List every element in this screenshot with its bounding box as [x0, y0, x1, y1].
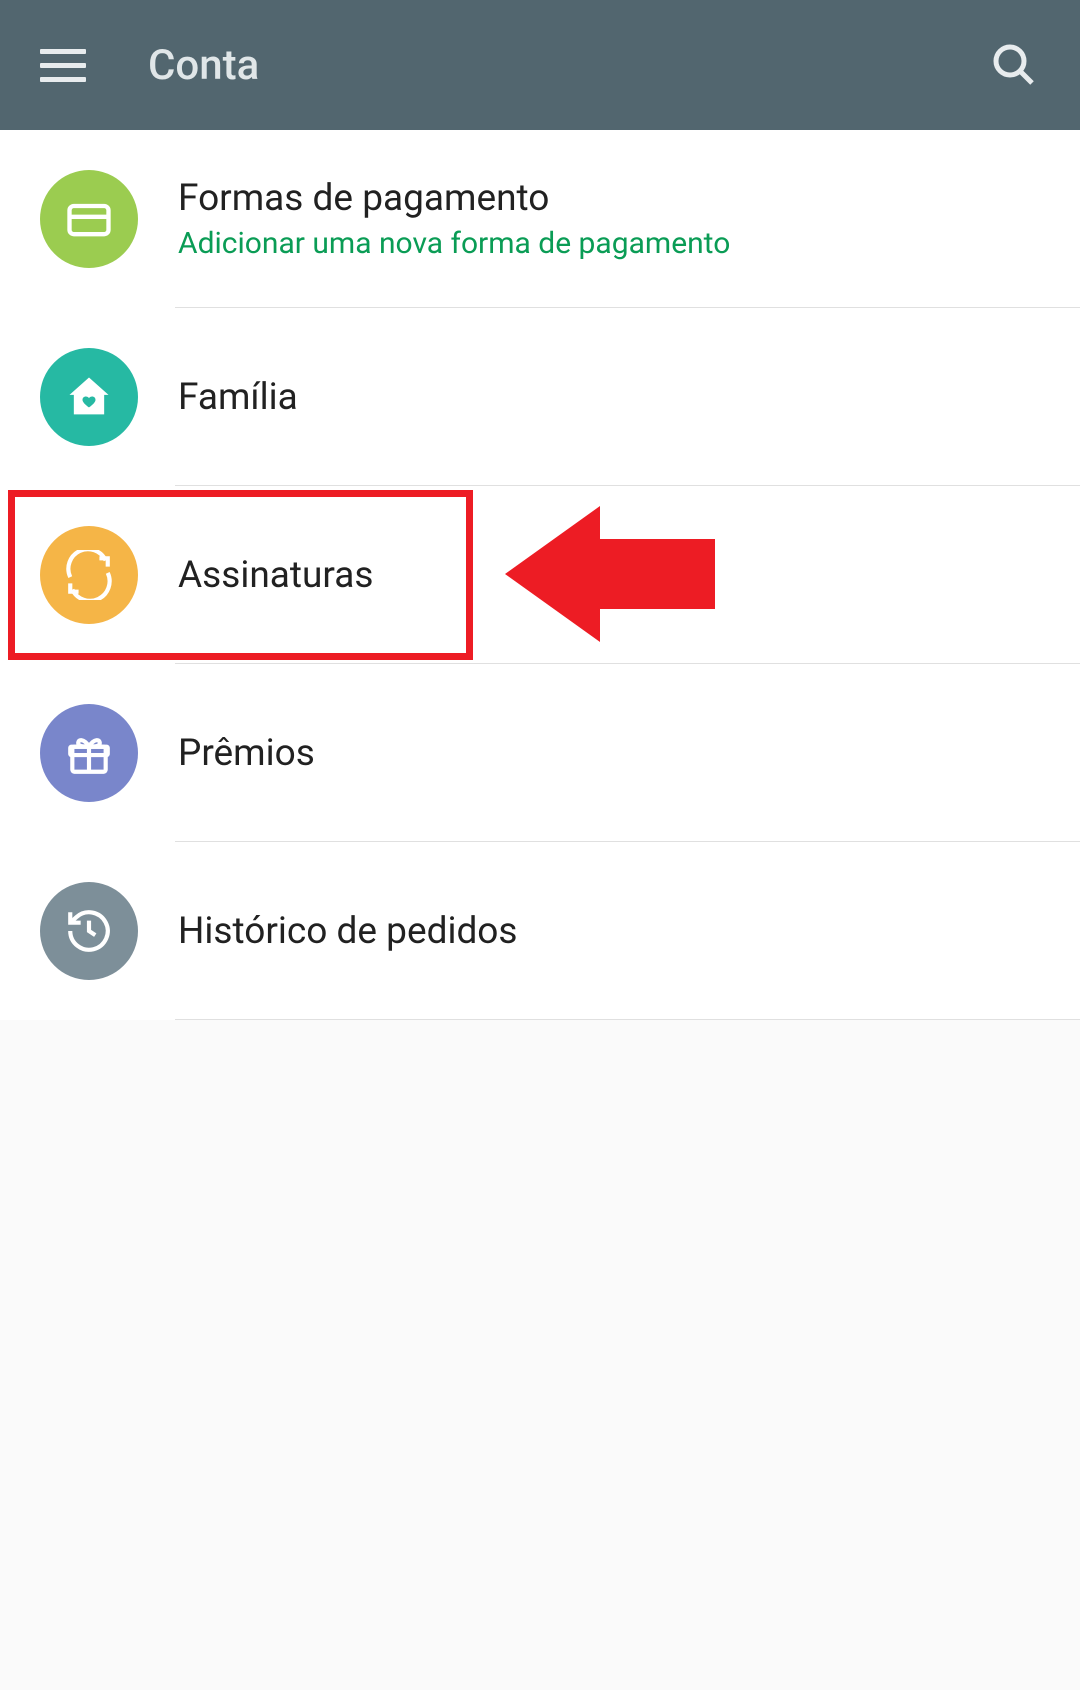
list-item-payment-methods[interactable]: Formas de pagamento Adicionar uma nova f… [0, 130, 1080, 308]
item-title: Assinaturas [178, 554, 373, 597]
home-heart-icon [40, 348, 138, 446]
list-item-order-history[interactable]: Histórico de pedidos [0, 842, 1080, 1020]
item-subtitle: Adicionar uma nova forma de pagamento [178, 226, 730, 261]
item-title: Formas de pagamento [178, 177, 730, 220]
history-icon [40, 882, 138, 980]
card-icon [40, 170, 138, 268]
list-item-rewards[interactable]: Prêmios [0, 664, 1080, 842]
account-menu: Formas de pagamento Adicionar uma nova f… [0, 130, 1080, 1020]
app-header: Conta [0, 0, 1080, 130]
list-item-family[interactable]: Família [0, 308, 1080, 486]
item-title: Prêmios [178, 732, 315, 775]
item-title: Histórico de pedidos [178, 910, 518, 953]
page-title: Conta [148, 41, 259, 90]
menu-icon[interactable] [40, 41, 88, 89]
sync-icon [40, 526, 138, 624]
gift-icon [40, 704, 138, 802]
search-icon[interactable] [990, 41, 1038, 89]
item-title: Família [178, 376, 298, 419]
list-item-subscriptions[interactable]: Assinaturas [0, 486, 1080, 664]
